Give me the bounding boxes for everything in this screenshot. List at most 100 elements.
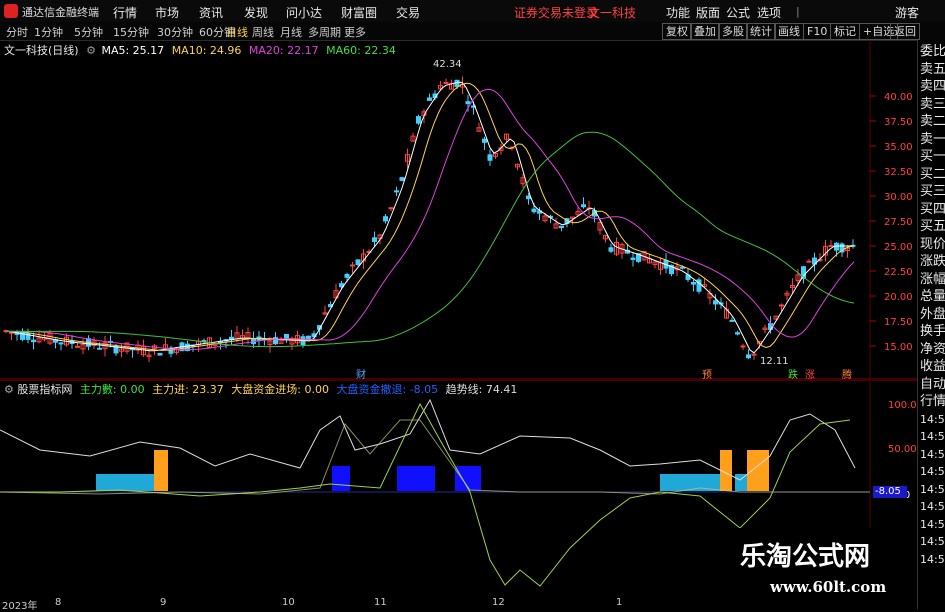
side-panel-item[interactable]: 14:50 [920,447,945,463]
event-marker-finance[interactable]: 财 [356,366,366,381]
side-panel-item[interactable]: 卖三 [920,97,945,113]
indicator-bar [397,466,435,491]
side-panel-item[interactable]: 净资 [920,342,945,358]
side-panel-item[interactable]: 收益 [920,359,945,375]
side-panel-item[interactable]: 自动 [920,377,945,393]
side-panel-item[interactable]: 14:50 [920,464,945,480]
login-notice[interactable]: 证券交易未登录 [514,4,598,21]
menu-options[interactable]: 选项 [757,4,781,21]
guest-label[interactable]: 游客 [895,4,919,21]
menu-wealth[interactable]: 财富圈 [341,4,377,21]
menu-market[interactable]: 市场 [155,4,179,21]
side-panel-item[interactable]: 涨幅 [920,272,945,288]
tab-1min[interactable]: 1分钟 [34,24,63,40]
side-panel-item[interactable]: 行情 [920,394,945,410]
ma60-label: MA60: 22.34 [326,44,396,57]
side-panel-item[interactable]: 涨跌 [920,254,945,270]
event-marker-drop[interactable]: 跌 [788,366,798,381]
tab-30min[interactable]: 30分钟 [157,24,193,40]
candle [383,216,388,222]
side-panel-item[interactable]: 总量 [920,289,945,305]
tab-timeshare[interactable]: 分时 [6,24,28,40]
event-marker-forecast[interactable]: 预 [702,366,712,381]
ind-item-main-in: 主力进: 23.37 [152,383,224,396]
multi-stock-button[interactable]: 多股 [718,23,748,40]
ma20-label: MA20: 22.17 [248,44,319,57]
ind-item-trend: 趋势线: 74.41 [445,383,518,396]
stats-button[interactable]: 统计 [746,23,776,40]
side-panel-item[interactable]: 14:50 [920,412,945,428]
overlay-button[interactable]: 叠加 [690,23,720,40]
stock-tag[interactable]: 文一科技 [588,4,636,21]
ind-item-market-in: 大盘资金进场: 0.00 [231,383,329,396]
side-panel-item[interactable]: 14:50 [920,517,945,533]
price-tick: 22.50 [884,267,913,278]
candle [828,245,834,248]
candle [344,273,350,278]
tab-monthly[interactable]: 月线 [280,24,302,40]
price-tick: 35.00 [884,142,913,153]
candle [531,208,537,213]
side-panel-item[interactable]: 卖五 [920,62,945,78]
side-panel-item[interactable]: 14:50 [920,534,945,550]
event-marker-rise[interactable]: 涨 [805,366,815,381]
event-marker-soar[interactable]: 腾 [842,366,852,381]
tab-daily[interactable]: 日线 [226,24,248,40]
mark-button[interactable]: 标记 [830,23,860,40]
tab-multi-period[interactable]: 多周期 [308,24,341,40]
side-panel-item[interactable]: 14:50 [920,482,945,498]
tab-weekly[interactable]: 周线 [252,24,274,40]
menu-news[interactable]: 资讯 [199,4,223,21]
candle [729,319,735,322]
menu-layout[interactable]: 版面 [696,4,720,21]
restore-button[interactable]: 复权 [662,23,692,40]
side-panel-item[interactable]: 卖二 [920,114,945,130]
candle [713,300,718,305]
price-tick: 27.50 [884,217,913,228]
side-panel-item[interactable]: 外盘 [920,307,945,323]
candle [482,138,487,143]
side-panel-item[interactable]: 买二 [920,167,945,183]
side-panel-item[interactable]: 买一 [920,149,945,165]
watermark-url: www.60lt.com [770,578,887,596]
tab-5min[interactable]: 5分钟 [74,24,103,40]
ma5-label: MA5: 25.17 [101,44,165,57]
menu-quotes[interactable]: 行情 [113,4,137,21]
side-panel-item[interactable]: 14:50 [920,429,945,445]
menu-trade[interactable]: 交易 [396,4,420,21]
high-price-label: 42.34 [433,59,462,70]
app-logo-icon [4,4,18,18]
tab-15min[interactable]: 15分钟 [113,24,149,40]
menu-ask[interactable]: 问小达 [286,4,322,21]
indicator-bar [332,466,350,491]
indicator-bar [747,450,769,491]
side-panel-item[interactable]: 委比 [920,44,945,60]
candle [388,207,394,210]
side-panel-item[interactable]: 14:50 [920,499,945,515]
side-panel-item[interactable]: 现价 [920,237,945,253]
menu-function[interactable]: 功能 [666,4,690,21]
price-tick: 20.00 [884,292,913,303]
watermark-box: 乐淘公式网 www.60lt.com [722,528,917,609]
side-panel-item[interactable]: 卖一 [920,132,945,148]
candle [559,225,564,229]
draw-line-button[interactable]: 画线 [774,23,804,40]
f10-button[interactable]: F10 [803,23,832,40]
side-panel-item[interactable]: 卖四 [920,79,945,95]
side-panel-item[interactable]: 换手 [920,324,945,340]
side-panel-item[interactable]: 买三 [920,184,945,200]
side-panel-item[interactable]: 买五 [920,219,945,235]
candlestick-chart[interactable]: 40.00 37.50 35.00 32.50 30.00 27.50 25.00 22.50… [0,40,917,380]
ind-item-market-out: 大盘资金撤退: -8.05 [336,383,439,396]
settings-icon[interactable]: ⚙ [86,44,96,57]
tab-more[interactable]: 更多 [344,24,366,40]
menu-discover[interactable]: 发现 [244,4,268,21]
indicator-bars [96,450,769,491]
side-panel-item[interactable]: 14:50 [920,552,945,568]
menu-formula[interactable]: 公式 [726,4,750,21]
candle [58,342,64,345]
candles-group [3,76,856,363]
back-button[interactable]: 返回 [890,23,920,40]
indicator-settings-icon[interactable]: ⚙ [4,383,14,396]
side-panel-item[interactable]: 买四 [920,202,945,218]
